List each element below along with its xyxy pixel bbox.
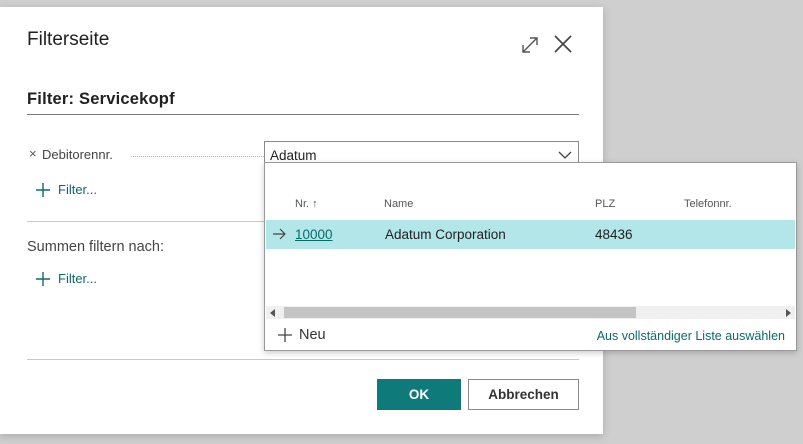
- plus-icon: [278, 328, 292, 342]
- cancel-button[interactable]: Abbrechen: [468, 379, 579, 410]
- add-total-filter-label: Filter...: [58, 271, 98, 286]
- close-icon[interactable]: [552, 33, 574, 55]
- section-title: Filter: Servicekopf: [27, 90, 175, 108]
- plus-icon: [36, 182, 50, 197]
- column-header-plz[interactable]: PLZ: [595, 198, 615, 210]
- add-total-filter-button[interactable]: Filter...: [36, 271, 97, 286]
- lookup-dropdown: Nr. ↑ Name PLZ Telefonnr. 10000 Adatum C…: [264, 162, 797, 351]
- scrollbar-thumb[interactable]: [284, 307, 636, 318]
- row-nr-link[interactable]: 10000: [295, 227, 333, 242]
- column-header-name[interactable]: Name: [384, 198, 413, 210]
- new-button[interactable]: Neu: [278, 327, 326, 343]
- divider: [27, 221, 267, 222]
- column-header-telefon[interactable]: Telefonnr.: [684, 198, 732, 210]
- row-name: Adatum Corporation: [385, 227, 506, 242]
- add-filter-button[interactable]: Filter...: [36, 182, 97, 197]
- column-header-nr[interactable]: Nr. ↑: [295, 198, 318, 210]
- remove-filter-icon[interactable]: ×: [29, 146, 37, 161]
- footer-divider: [27, 359, 579, 360]
- add-filter-label: Filter...: [58, 182, 98, 197]
- section-divider: [27, 114, 579, 115]
- horizontal-scrollbar[interactable]: [266, 306, 795, 319]
- dotted-leader: [131, 156, 264, 157]
- expand-icon[interactable]: [520, 35, 540, 55]
- row-plz: 48436: [595, 227, 633, 242]
- totals-filter-heading: Summen filtern nach:: [27, 239, 165, 255]
- table-row[interactable]: 10000 Adatum Corporation 48436: [266, 220, 795, 249]
- ok-button[interactable]: OK: [377, 379, 461, 410]
- arrow-right-icon: [273, 228, 286, 240]
- scroll-right-icon[interactable]: [786, 309, 791, 317]
- chevron-down-icon[interactable]: [558, 148, 572, 162]
- dialog-title: Filterseite: [27, 29, 110, 50]
- new-label: Neu: [299, 327, 326, 343]
- filter-value-input[interactable]: Adatum: [270, 148, 317, 163]
- filter-field-label: Debitorennr.: [42, 147, 113, 162]
- select-from-full-list-link[interactable]: Aus vollständiger Liste auswählen: [597, 329, 785, 343]
- scroll-left-icon[interactable]: [270, 309, 275, 317]
- plus-icon: [36, 271, 50, 286]
